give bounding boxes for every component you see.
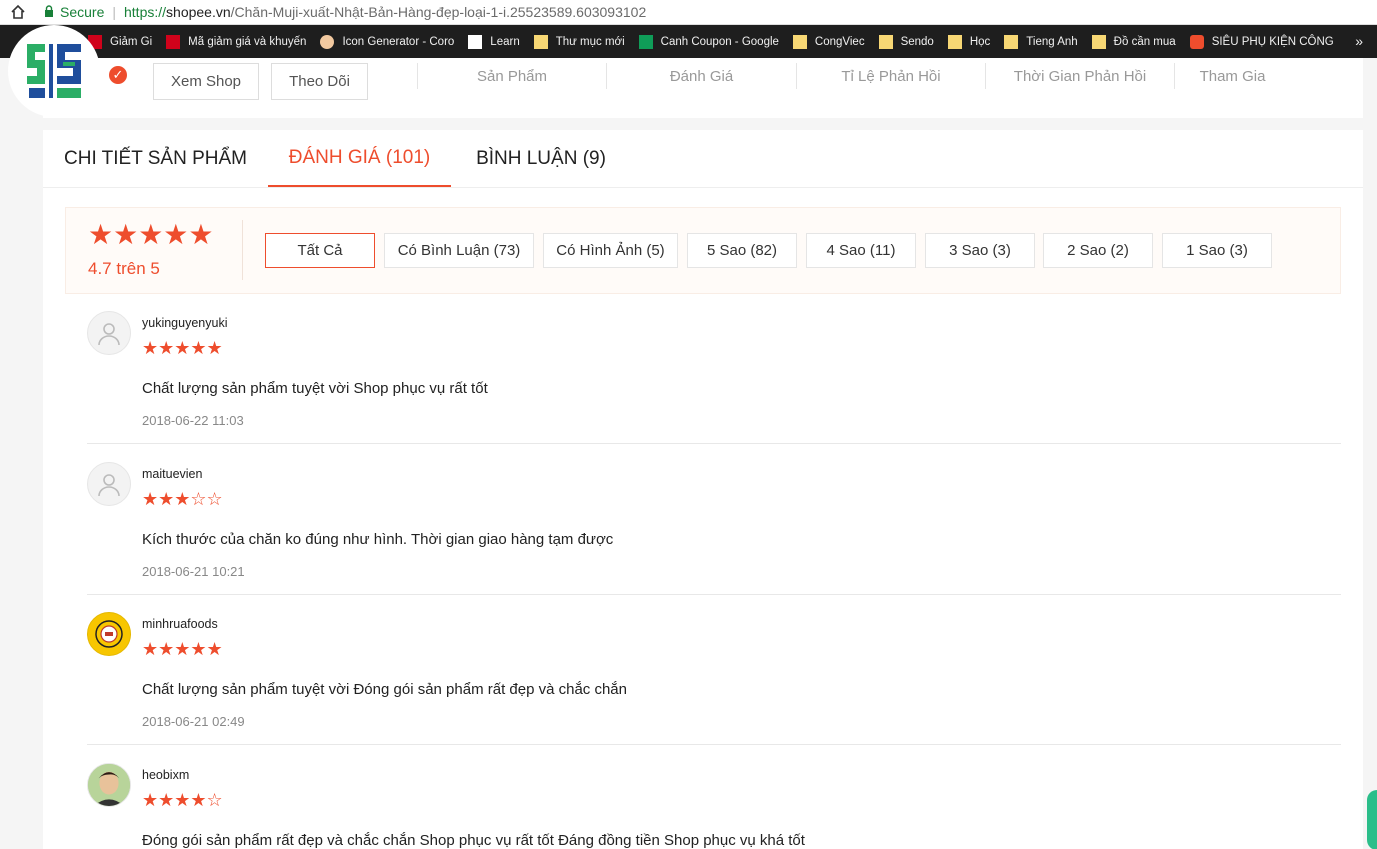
review-username[interactable]: heobixm [142,768,189,782]
filter-3-stars[interactable]: 3 Sao (3) [925,233,1035,268]
review-stars: ★★★★★ [142,639,223,659]
stat-ratings: Đánh Giá [606,63,796,89]
summary-divider [242,220,243,280]
folder-icon [792,34,807,49]
bookmark-label: Tieng Anh [1026,35,1078,48]
home-icon[interactable] [0,0,36,25]
bookmark-item[interactable]: Thư mục mới [533,34,625,49]
logo-icon [27,44,81,98]
review-date: 2018-06-21 10:21 [142,564,245,579]
review-divider [87,744,1341,745]
chat-side-tab[interactable] [1367,790,1377,849]
overall-rating-text: 4.7 trên 5 [88,259,160,278]
bookmark-item[interactable]: CongViec [792,34,865,49]
view-shop-button[interactable]: Xem Shop [153,63,259,100]
stat-response-rate: Tỉ Lệ Phản Hồi [796,63,985,89]
follow-button[interactable]: Theo Dõi [271,63,368,100]
bookmark-item[interactable]: Canh Coupon - Google [638,34,779,49]
review-item: yukinguyenyuki ★★★★★ Chất lượng sản phẩm… [87,311,1341,444]
review-divider [87,594,1341,595]
face-icon [320,34,335,49]
review-username[interactable]: yukinguyenyuki [142,316,227,330]
review-stars: ★★★☆☆ [142,489,223,509]
review-stars: ★★★★★ [142,338,223,358]
review-username[interactable]: maituevien [142,467,202,481]
bookmark-item[interactable]: Icon Generator - Coro [320,34,455,49]
bookmark-label: Mã giảm giá và khuyến [188,35,307,48]
photo-avatar[interactable] [87,763,131,807]
review-comment: Chất lượng sản phẩm tuyệt vời Đóng gói s… [142,681,627,698]
filter-all[interactable]: Tất Cả [265,233,375,268]
review-username[interactable]: minhruafoods [142,617,218,631]
stat-response-time: Thời Gian Phản Hồi [985,63,1174,89]
tab-product-details[interactable]: CHI TIẾT SẢN PHẨM [43,130,268,187]
page-icon [468,34,483,49]
folder-icon [1091,34,1106,49]
bookmark-item[interactable]: SIÊU PHỤ KIỆN CÔNG [1189,34,1334,49]
default-avatar-icon[interactable] [87,462,131,506]
default-avatar-icon[interactable] [87,311,131,355]
bookmark-label: Thư mục mới [555,35,625,48]
bookmark-item[interactable]: Sendo [878,34,934,49]
secure-label: Secure [60,4,105,20]
filter-with-comment[interactable]: Có Bình Luận (73) [384,233,534,268]
review-comment: Kích thước của chăn ko đúng như hình. Th… [142,531,614,548]
review-stars: ★★★★☆ [142,790,223,810]
bookmark-label: Learn [490,35,520,48]
bookmark-label: Đồ cần mua [1113,35,1176,48]
review-item: minhruafoods ★★★★★ Chất lượng sản phẩm t… [87,612,1341,745]
rating-summary: ★★★★★ 4.7 trên 5 Tất Cả Có Bình Luận (73… [65,207,1341,294]
shop-logo-avatar[interactable] [87,612,131,656]
bookmark-label: CongViec [814,35,865,48]
verified-badge-icon: ✓ [107,64,129,86]
folder-icon [878,34,893,49]
filter-2-stars[interactable]: 2 Sao (2) [1043,233,1153,268]
review-comment: Chất lượng sản phẩm tuyệt vời Shop phục … [142,380,488,397]
bookmark-item[interactable]: Tieng Anh [1004,34,1078,49]
lock-icon [44,4,54,20]
tab-comments[interactable]: BÌNH LUẬN (9) [451,130,631,187]
stat-joined: Tham Gia [1174,63,1290,89]
stat-products: Sản Phẩm [417,63,606,89]
bookmark-item[interactable]: Giảm Gi [88,34,153,49]
review-date: 2018-06-21 02:49 [142,714,245,729]
review-divider [87,443,1341,444]
tab-ratings[interactable]: ĐÁNH GIÁ (101) [268,130,451,187]
site-logo [8,25,100,117]
bookmark-item[interactable]: Đồ cần mua [1091,34,1176,49]
review-comment: Đóng gói sản phẩm rất đẹp và chắc chắn S… [142,832,805,849]
bookmark-label: SIÊU PHỤ KIỆN CÔNG [1211,35,1334,48]
shopee-icon [1189,34,1204,49]
bookmarks-bar: Giảm Gi Mã giảm giá và khuyến Icon Generat… [0,25,1377,58]
shop-card: ✓ Xem Shop Theo Dõi Sản Phẩm Đánh Giá Tỉ… [43,58,1363,118]
folder-icon [533,34,548,49]
filter-4-stars[interactable]: 4 Sao (11) [806,233,916,268]
mgg-icon [166,34,181,49]
bookmark-label: Sendo [900,35,934,48]
sheet-icon [638,34,653,49]
bookmark-label: Canh Coupon - Google [660,35,779,48]
url-text[interactable]: https://shopee.vn/Chăn-Muji-xuất-Nhật-Bả… [124,4,646,20]
filter-with-image[interactable]: Có Hình Ảnh (5) [543,233,678,268]
review-date: 2018-06-22 11:03 [142,413,244,428]
bookmark-label: Icon Generator - Coro [342,35,455,48]
address-bar[interactable]: Secure | https://shopee.vn/Chăn-Muji-xuấ… [0,0,1377,25]
bookmark-item[interactable]: Learn [468,34,520,49]
review-item: heobixm ★★★★☆ Đóng gói sản phẩm rất đẹp … [87,763,1341,849]
filter-1-star[interactable]: 1 Sao (3) [1162,233,1272,268]
review-item: maituevien ★★★☆☆ Kích thước của chăn ko … [87,462,1341,595]
overall-stars: ★★★★★ [88,219,214,250]
bookmark-label: Giảm Gi [110,35,153,48]
bookmark-item[interactable]: Học [947,34,991,49]
folder-icon [1004,34,1019,49]
bookmark-item[interactable]: Mã giảm giá và khuyến [166,34,307,49]
url-divider: | [112,4,116,20]
folder-icon [947,34,962,49]
product-reviews-card: CHI TIẾT SẢN PHẨM ĐÁNH GIÁ (101) BÌNH LU… [43,130,1363,849]
bookmarks-overflow-icon[interactable]: » [1355,33,1363,49]
product-tabs: CHI TIẾT SẢN PHẨM ĐÁNH GIÁ (101) BÌNH LU… [43,130,1363,188]
bookmark-label: Học [969,35,991,48]
filter-5-stars[interactable]: 5 Sao (82) [687,233,797,268]
